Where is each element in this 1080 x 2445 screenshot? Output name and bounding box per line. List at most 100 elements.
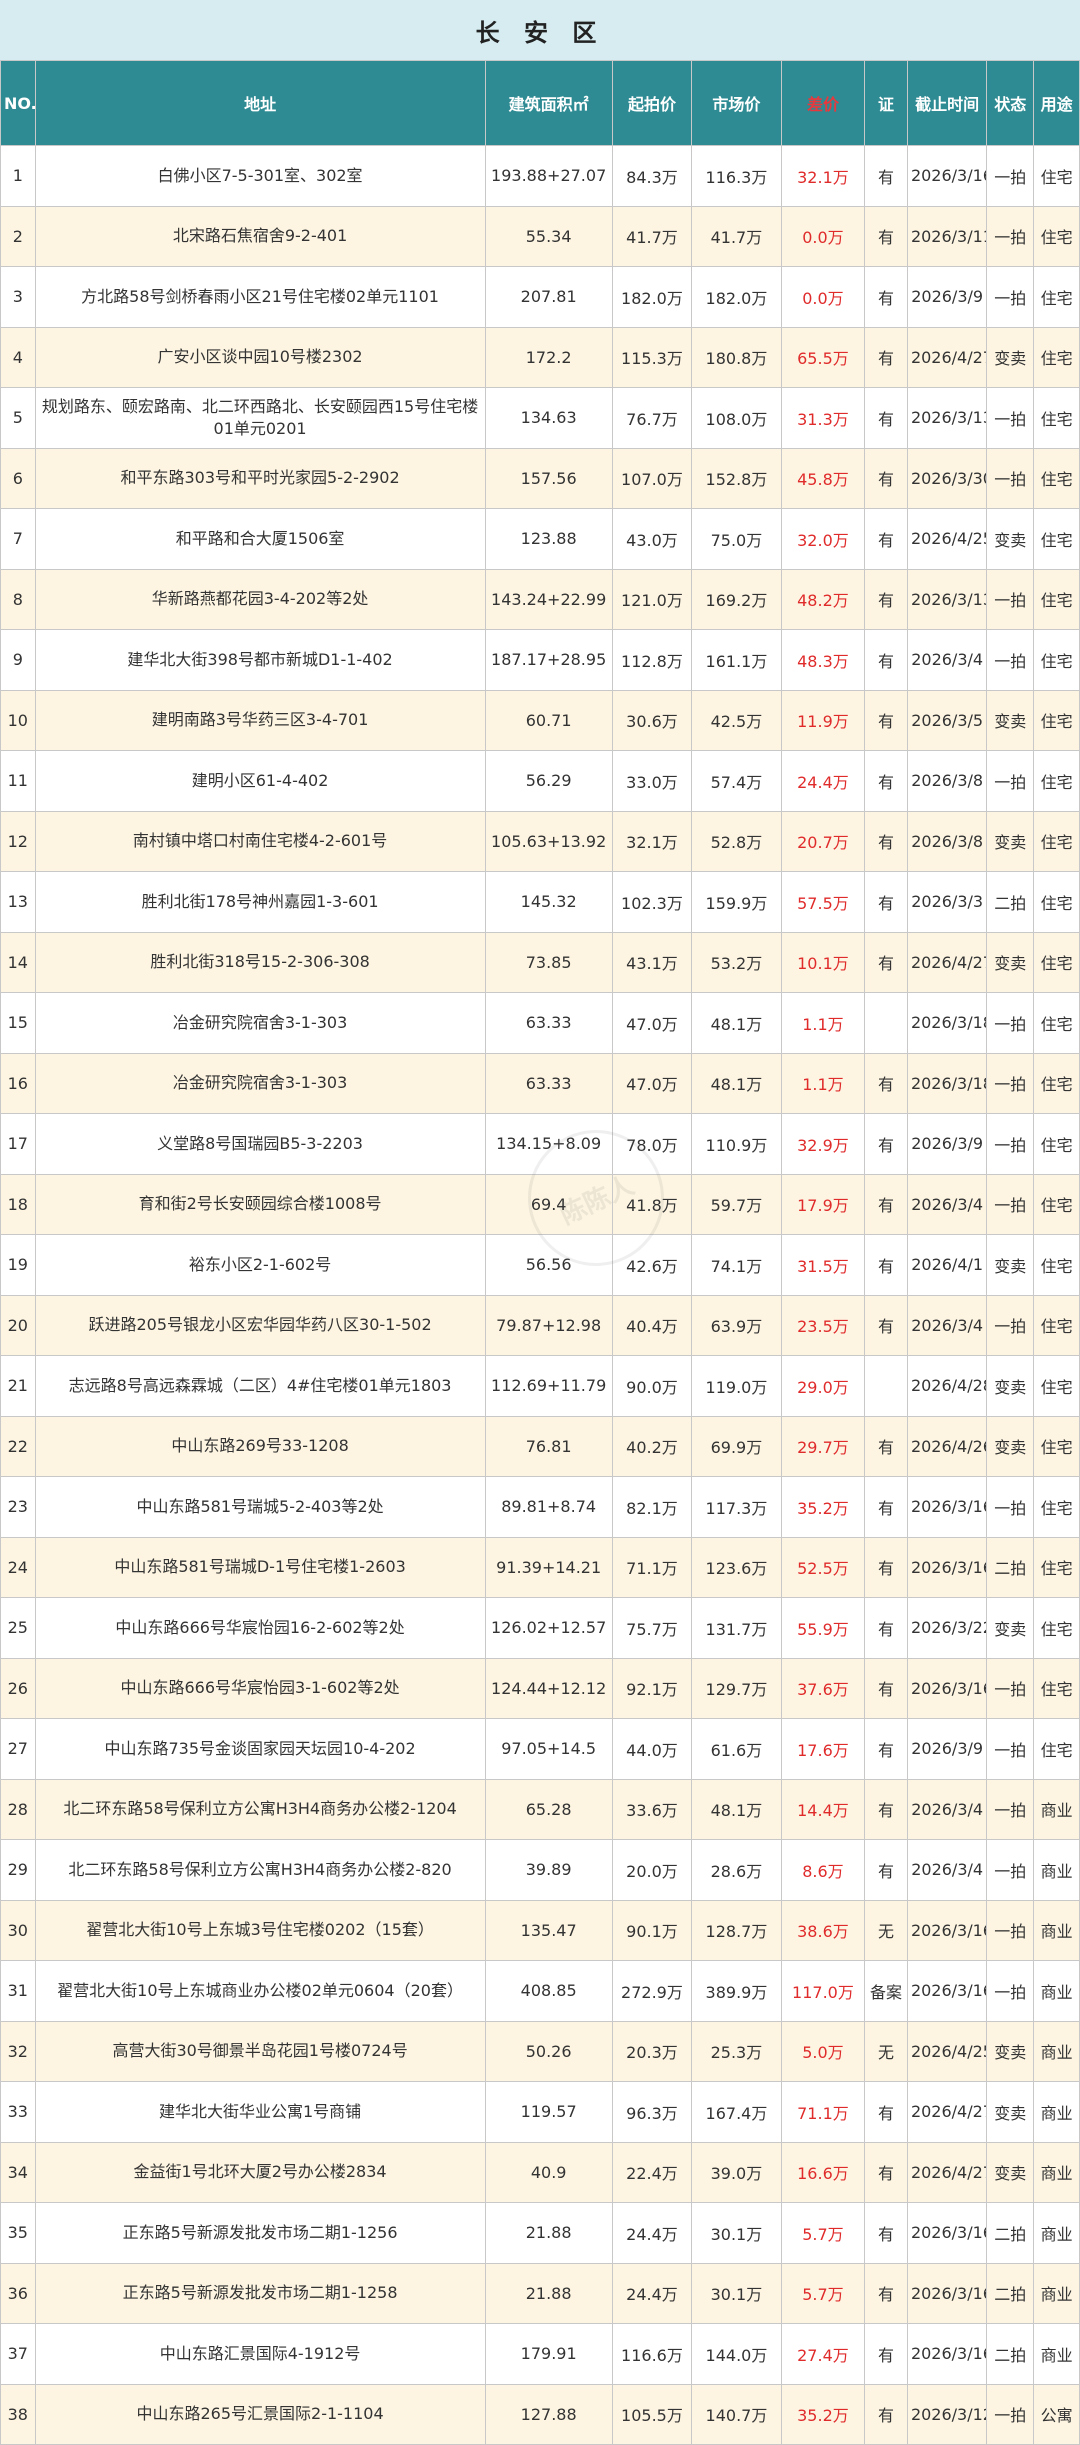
cell-cert: 有 [864, 931, 908, 993]
cell-deadline: 2026/3/4 [906, 1173, 988, 1235]
table-row: 15 冶金研究院宿舍3-1-303 63.33 47.0万 48.1万 1.1万 2026/… [0, 992, 1080, 1054]
table-row: 32 高营大街30号御景半岛花园1号楼0724号 50.26 20.3万 25.3万 5.… [0, 2020, 1080, 2082]
cell-cert: 有 [864, 2262, 908, 2324]
cell-start-price: 40.2万 [611, 1415, 693, 1477]
header-start-price: 起拍价 [611, 60, 693, 146]
cell-deadline: 2026/3/16 [906, 1960, 988, 2022]
cell-diff: 48.2万 [780, 568, 866, 630]
cell-usage: 住宅 [1033, 1052, 1080, 1114]
cell-start-price: 20.0万 [611, 1839, 693, 1901]
cell-deadline: 2026/4/1 [906, 1234, 988, 1296]
cell-deadline: 2026/3/13 [906, 387, 988, 449]
cell-area: 126.02+12.57 [484, 1597, 613, 1659]
cell-start-price: 47.0万 [611, 1052, 693, 1114]
cell-start-price: 24.4万 [611, 2202, 693, 2264]
cell-address: 中山东路666号华宸怡园16-2-602等2处 [34, 1597, 486, 1659]
cell-address: 建华北大街398号都市新城D1-1-402 [34, 629, 486, 691]
cell-area: 145.32 [484, 871, 613, 933]
table-row: 13 胜利北街178号神州嘉园1-3-601 145.32 102.3万 159.9万 5… [0, 871, 1080, 933]
cell-start-price: 75.7万 [611, 1597, 693, 1659]
cell-no: 17 [0, 1113, 36, 1175]
cell-start-price: 47.0万 [611, 992, 693, 1054]
cell-usage: 商业 [1033, 2020, 1080, 2082]
cell-deadline: 2026/4/25 [906, 2020, 988, 2082]
cell-status: 变卖 [986, 689, 1035, 751]
cell-address: 和平东路303号和平时光家园5-2-2902 [34, 447, 486, 509]
cell-deadline: 2026/4/28 [906, 1355, 988, 1417]
cell-area: 143.24+22.99 [484, 568, 613, 630]
cell-status: 变卖 [986, 810, 1035, 872]
cell-deadline: 2026/3/16 [906, 2323, 988, 2385]
cell-no: 9 [0, 629, 36, 691]
cell-usage: 商业 [1033, 2141, 1080, 2203]
cell-cert: 有 [864, 1476, 908, 1538]
cell-diff: 8.6万 [780, 1839, 866, 1901]
cell-area: 63.33 [484, 992, 613, 1054]
cell-area: 112.69+11.79 [484, 1355, 613, 1417]
cell-usage: 住宅 [1033, 1536, 1080, 1598]
cell-status: 一拍 [986, 992, 1035, 1054]
cell-market-price: 61.6万 [691, 1718, 782, 1780]
cell-usage: 商业 [1033, 2202, 1080, 2264]
table-row: 16 冶金研究院宿舍3-1-303 63.33 47.0万 48.1万 1.1万有 2026… [0, 1052, 1080, 1114]
table-row: 31 翟营北大街10号上东城商业办公楼02单元0604（20套） 408.85 272… [0, 1960, 1080, 2022]
cell-diff: 5.7万 [780, 2202, 866, 2264]
cell-area: 69.4 [484, 1173, 613, 1235]
table-row: 9 建华北大街398号都市新城D1-1-402 187.17+28.95 112.8万… [0, 629, 1080, 691]
cell-cert: 有 [864, 2081, 908, 2143]
cell-area: 56.56 [484, 1234, 613, 1296]
cell-start-price: 43.1万 [611, 931, 693, 993]
cell-diff: 17.9万 [780, 1173, 866, 1235]
cell-market-price: 152.8万 [691, 447, 782, 509]
cell-status: 二拍 [986, 2323, 1035, 2385]
cell-diff: 52.5万 [780, 1536, 866, 1598]
cell-start-price: 78.0万 [611, 1113, 693, 1175]
cell-address: 南村镇中塔口村南住宅楼4-2-601号 [34, 810, 486, 872]
cell-cert: 备案 [864, 1960, 908, 2022]
cell-area: 172.2 [484, 326, 613, 388]
cell-address: 方北路58号剑桥春雨小区21号住宅楼02单元1101 [34, 266, 486, 328]
cell-status: 变卖 [986, 1597, 1035, 1659]
cell-start-price: 272.9万 [611, 1960, 693, 2022]
table-row: 35 正东路5号新源发批发市场二期1-1256 21.88 24.4万 30.1万 5.7… [0, 2202, 1080, 2264]
cell-no: 3 [0, 266, 36, 328]
cell-cert: 有 [864, 1536, 908, 1598]
cell-market-price: 63.9万 [691, 1294, 782, 1356]
cell-start-price: 90.1万 [611, 1899, 693, 1961]
cell-deadline: 2026/3/3 [906, 871, 988, 933]
cell-usage: 商业 [1033, 2081, 1080, 2143]
cell-area: 97.05+14.5 [484, 1718, 613, 1780]
cell-usage: 商业 [1033, 1899, 1080, 1961]
cell-area: 157.56 [484, 447, 613, 509]
cell-status: 一拍 [986, 1113, 1035, 1175]
cell-area: 408.85 [484, 1960, 613, 2022]
cell-start-price: 41.7万 [611, 205, 693, 267]
cell-cert: 有 [864, 1415, 908, 1477]
cell-diff: 45.8万 [780, 447, 866, 509]
cell-cert: 无 [864, 2020, 908, 2082]
cell-address: 跃进路205号银龙小区宏华园华药八区30-1-502 [34, 1294, 486, 1356]
cell-cert: 有 [864, 810, 908, 872]
cell-address: 义堂路8号国瑞园B5-3-2203 [34, 1113, 486, 1175]
cell-usage: 住宅 [1033, 931, 1080, 993]
cell-area: 187.17+28.95 [484, 629, 613, 691]
cell-area: 124.44+12.12 [484, 1657, 613, 1719]
cell-deadline: 2026/3/18 [906, 992, 988, 1054]
cell-no: 4 [0, 326, 36, 388]
cell-usage: 住宅 [1033, 1294, 1080, 1356]
cell-usage: 住宅 [1033, 1173, 1080, 1235]
cell-start-price: 82.1万 [611, 1476, 693, 1538]
cell-market-price: 180.8万 [691, 326, 782, 388]
cell-diff: 5.7万 [780, 2262, 866, 2324]
table-header-row: NO. 地址 建筑面积㎡ 起拍价 市场价 差价 证 截止时间 状态 用途 [0, 60, 1080, 146]
cell-usage: 住宅 [1033, 629, 1080, 691]
cell-status: 一拍 [986, 1718, 1035, 1780]
cell-no: 14 [0, 931, 36, 993]
cell-address: 中山东路666号华宸怡园3-1-602等2处 [34, 1657, 486, 1719]
cell-deadline: 2026/4/27 [906, 2081, 988, 2143]
cell-cert: 有 [864, 145, 908, 207]
cell-no: 7 [0, 508, 36, 570]
cell-usage: 住宅 [1033, 1234, 1080, 1296]
cell-cert: 有 [864, 508, 908, 570]
cell-status: 一拍 [986, 1899, 1035, 1961]
